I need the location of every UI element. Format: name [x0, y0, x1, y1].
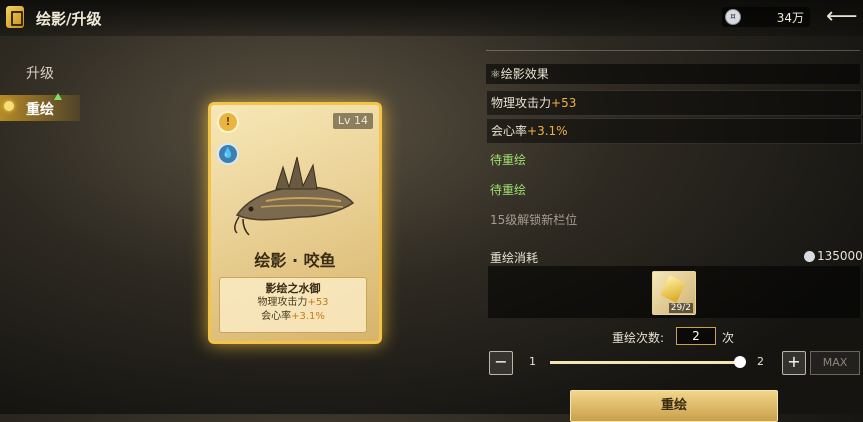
count-input[interactable]: 2 — [676, 327, 716, 345]
increase-button[interactable]: + — [782, 351, 806, 375]
effect-row-pending: 待重绘 — [490, 183, 527, 197]
book-icon — [6, 6, 24, 28]
card-level: Lv 14 — [332, 113, 373, 129]
sidebar-item-redraw[interactable]: 重绘 — [0, 93, 80, 121]
slider-thumb[interactable] — [734, 356, 746, 368]
divider — [486, 50, 860, 51]
crystal-icon — [660, 275, 686, 303]
coin-icon — [804, 251, 815, 262]
card-stats-panel: 影绘之水御 物理攻击力+53 会心率+3.1% — [219, 277, 367, 333]
sidebar-item-label: 升级 — [26, 66, 54, 82]
effect-row-locked: 15级解锁新栏位 — [490, 213, 578, 227]
effect-row-crit: 会心率+3.1% — [486, 118, 862, 144]
sidebar-item-label: 重绘 — [26, 102, 54, 118]
effect-row-pending: 待重绘 — [490, 153, 527, 167]
card-stat-attack: 物理攻击力+53 — [257, 297, 329, 308]
selected-dot-icon — [4, 101, 14, 111]
monster-illustration — [234, 156, 355, 236]
count-slider[interactable] — [550, 361, 740, 364]
count-unit: 次 — [722, 331, 735, 345]
count-label: 重绘次数: — [612, 331, 665, 345]
new-marker-icon — [54, 93, 62, 100]
rank-icon: ! — [217, 111, 239, 133]
effects-header: ⚛绘影效果 — [486, 64, 860, 84]
decrease-button[interactable]: − — [489, 351, 513, 375]
currency-display: ¤ 34万 — [722, 7, 810, 27]
slider-fill — [550, 361, 740, 364]
material-item[interactable]: 29/2 — [652, 271, 696, 315]
shadow-card: ! 💧 Lv 14 绘影 · 咬鱼 影绘之水御 物理攻击力+53 会心率+3.1… — [208, 102, 382, 344]
back-arrow-icon[interactable]: ⟵ — [826, 6, 858, 28]
coin-icon: ¤ — [725, 9, 741, 25]
cost-value: 135000 — [804, 249, 863, 263]
skill-title: 影绘之水御 — [265, 282, 321, 295]
page-title: 绘影/升级 — [36, 10, 102, 28]
cost-label: 重绘消耗 — [490, 251, 539, 265]
sidebar-item-upgrade[interactable]: 升级 — [0, 60, 80, 86]
effects-header-icon: ⚛ — [490, 67, 501, 81]
redraw-button[interactable]: 重绘 — [570, 390, 778, 422]
effect-row-attack: 物理攻击力+53 — [486, 90, 862, 116]
max-button[interactable]: MAX — [810, 351, 860, 375]
currency-value: 34万 — [776, 11, 804, 25]
card-name: 绘影 · 咬鱼 — [254, 251, 336, 270]
card-stat-crit: 会心率+3.1% — [261, 311, 325, 322]
material-count: 29/2 — [668, 303, 693, 313]
slider-min-label: 1 — [529, 355, 536, 368]
material-area: 29/2 — [488, 266, 860, 318]
slider-max-label: 2 — [757, 355, 764, 368]
